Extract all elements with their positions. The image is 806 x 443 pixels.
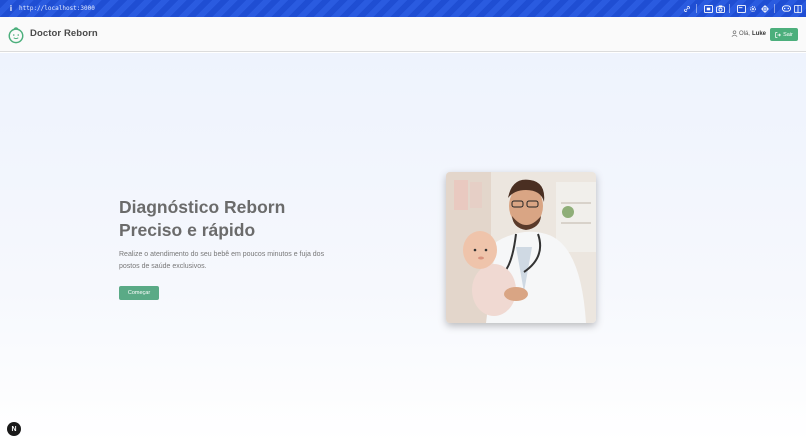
hero-description: Realize o atendimento do seu bebê em pou…	[119, 251, 325, 270]
target-icon[interactable]	[760, 4, 770, 14]
logout-label: Sair	[783, 31, 793, 38]
user-greeting: Olá, Luke	[731, 30, 766, 37]
gear-icon[interactable]	[748, 4, 758, 14]
brand-name[interactable]: Doctor Reborn	[30, 28, 98, 39]
hero-section: Diagnóstico Reborn Preciso e rápido Real…	[0, 53, 806, 443]
logout-icon	[775, 31, 782, 38]
doctor-with-baby-image	[446, 172, 596, 323]
info-icon[interactable]: i	[6, 4, 16, 13]
window-icon[interactable]	[736, 4, 746, 14]
user-icon	[731, 30, 738, 37]
baby-face-logo-icon[interactable]	[7, 26, 25, 44]
user-name: Luke	[751, 30, 766, 37]
hero-title: Diagnóstico Reborn Preciso e rápido	[119, 196, 285, 242]
app-header: Doctor Reborn Olá, Luke Sair	[0, 17, 806, 52]
logout-button[interactable]: Sair	[770, 28, 798, 41]
link-icon[interactable]	[682, 4, 692, 14]
nextjs-dev-badge[interactable]: N	[7, 422, 21, 436]
browser-actions	[680, 2, 803, 15]
address-bar[interactable]: http://localhost:3000	[19, 5, 95, 12]
hero-title-line1: Diagnóstico Reborn	[119, 197, 286, 217]
camera-icon[interactable]	[715, 4, 725, 14]
screen-icon[interactable]	[703, 4, 713, 14]
gamepad-icon[interactable]	[781, 4, 791, 14]
start-button[interactable]: Começar	[119, 286, 159, 300]
sidebar-icon[interactable]	[793, 4, 803, 14]
greeting-text: Olá,	[738, 30, 750, 37]
hero-title-line2: Preciso e rápido	[119, 220, 256, 240]
browser-toolbar: i http://localhost:3000	[0, 0, 806, 17]
